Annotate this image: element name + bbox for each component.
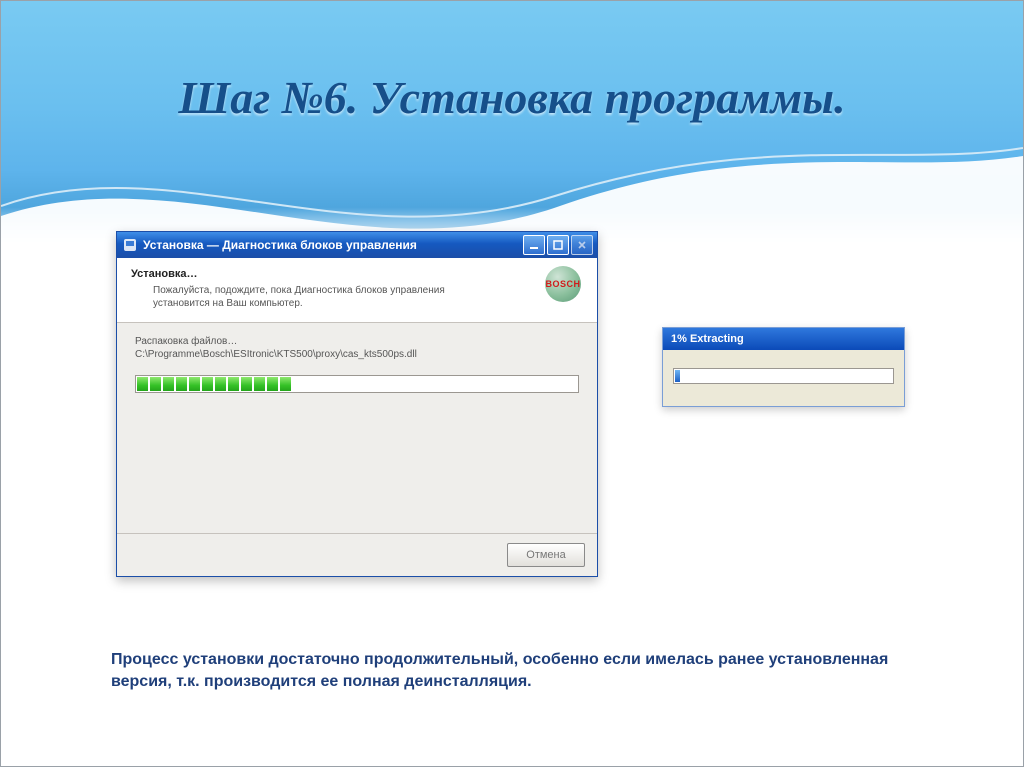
installer-status: Распаковка файлов… C:\Programme\Bosch\ES…	[135, 335, 579, 361]
progress-segment	[675, 370, 680, 382]
progress-segment	[189, 377, 200, 391]
installer-body: Установка… Пожалуйста, подождите, пока Д…	[117, 258, 597, 576]
status-line-1: Распаковка файлов…	[135, 335, 579, 348]
installer-footer: Отмена	[117, 533, 597, 576]
extracting-title: 1% Extracting	[671, 333, 744, 345]
installer-titlebar[interactable]: Установка — Диагностика блоков управлени…	[117, 232, 597, 258]
bosch-label: BOSCH	[545, 279, 580, 289]
extracting-window: 1% Extracting	[662, 327, 905, 407]
status-line-2: C:\Programme\Bosch\ESItronic\KTS500\prox…	[135, 348, 579, 361]
progress-segment	[254, 377, 265, 391]
progress-segment	[137, 377, 148, 391]
minimize-button[interactable]	[523, 235, 545, 255]
installer-window-title: Установка — Диагностика блоков управлени…	[143, 238, 523, 252]
progress-segment	[202, 377, 213, 391]
progress-segment	[267, 377, 278, 391]
bosch-logo: BOSCH	[539, 266, 587, 302]
installer-header: Установка… Пожалуйста, подождите, пока Д…	[117, 258, 597, 323]
progress-segment	[280, 377, 291, 391]
app-icon	[123, 238, 137, 252]
maximize-button[interactable]	[547, 235, 569, 255]
slide-title: Шаг №6. Установка программы.	[1, 71, 1023, 124]
extracting-titlebar[interactable]: 1% Extracting	[663, 328, 904, 350]
window-controls	[523, 235, 593, 255]
extracting-body	[663, 350, 904, 406]
slide-description: Процесс установки достаточно продолжител…	[111, 649, 911, 692]
cancel-button[interactable]: Отмена	[507, 543, 585, 567]
installer-subheading: Пожалуйста, подождите, пока Диагностика …	[153, 284, 463, 310]
installer-progress-bar	[135, 375, 579, 393]
installer-heading: Установка…	[131, 268, 583, 280]
progress-segment	[150, 377, 161, 391]
progress-segment	[163, 377, 174, 391]
progress-segment	[228, 377, 239, 391]
progress-segment	[215, 377, 226, 391]
close-button[interactable]	[571, 235, 593, 255]
installer-window: Установка — Диагностика блоков управлени…	[116, 231, 598, 577]
progress-segment	[176, 377, 187, 391]
progress-segment	[241, 377, 252, 391]
installer-content: Распаковка файлов… C:\Programme\Bosch\ES…	[117, 323, 597, 533]
extracting-progress-bar	[673, 368, 894, 384]
presentation-slide: Шаг №6. Установка программы. Установка —…	[0, 0, 1024, 767]
